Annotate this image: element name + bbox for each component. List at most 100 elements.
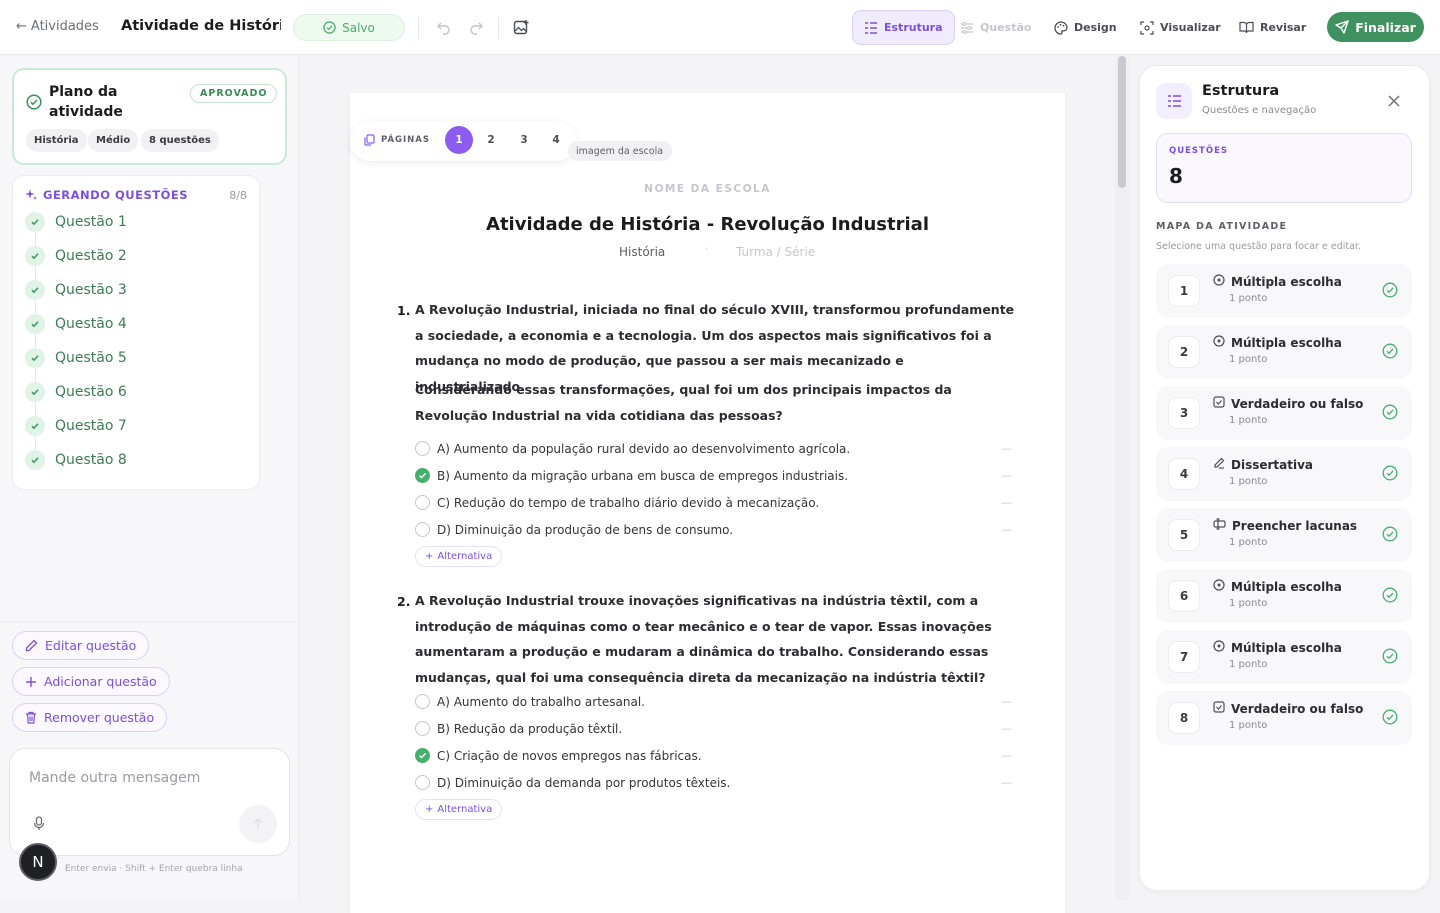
structure-panel: Estrutura Questões e navegação QUESTÕES … xyxy=(1129,56,1440,900)
option-menu-icon[interactable]: — xyxy=(1001,469,1012,482)
question-statement[interactable]: A Revolução Industrial trouxe inovações … xyxy=(415,588,1015,690)
question-number: 2. xyxy=(397,594,411,609)
radio-icon[interactable] xyxy=(415,694,430,709)
radio-icon[interactable] xyxy=(415,721,430,736)
radio-icon[interactable] xyxy=(415,495,430,510)
option-row[interactable]: B) Aumento da migração urbana em busca d… xyxy=(415,468,1015,483)
undo-icon[interactable] xyxy=(434,17,454,37)
generated-question-label: Questão 4 xyxy=(55,316,127,332)
scrollbar[interactable] xyxy=(1115,56,1129,900)
class-placeholder[interactable]: Turma / Série xyxy=(736,245,815,259)
radio-icon[interactable] xyxy=(415,441,430,456)
activity-map-item[interactable]: 1 Múltipla escolha 1 ponto xyxy=(1156,264,1412,318)
option-row[interactable]: C) Redução do tempo de trabalho diário d… xyxy=(415,495,1015,510)
question-prompt[interactable]: Considerando essas transformações, qual … xyxy=(415,377,1015,428)
generated-question-item[interactable]: Questão 3 xyxy=(25,280,127,300)
document-title[interactable]: Atividade de História - Revolução Indust… xyxy=(350,214,1065,235)
generated-question-item[interactable]: Questão 6 xyxy=(25,382,127,402)
option-row[interactable]: A) Aumento da população rural devido ao … xyxy=(415,441,1015,456)
microphone-icon[interactable] xyxy=(33,816,45,835)
generated-question-label: Questão 3 xyxy=(55,282,127,298)
image-add-icon[interactable] xyxy=(511,17,531,37)
list-tree-icon xyxy=(865,21,877,34)
page-button-1[interactable]: 1 xyxy=(445,126,473,154)
option-menu-icon[interactable]: — xyxy=(1001,695,1012,708)
correct-check-icon[interactable] xyxy=(415,748,430,763)
document-subject[interactable]: História xyxy=(619,245,665,259)
chat-input-box[interactable]: Mande outra mensagem xyxy=(9,748,290,856)
close-icon[interactable] xyxy=(1388,92,1400,111)
map-item-points: 1 ponto xyxy=(1229,720,1268,731)
activity-map-item[interactable]: 5 Preencher lacunas 1 ponto xyxy=(1156,508,1412,562)
activity-map-item[interactable]: 4 Dissertativa 1 ponto xyxy=(1156,447,1412,501)
activity-map-item[interactable]: 7 Múltipla escolha 1 ponto xyxy=(1156,630,1412,684)
chat-input[interactable]: Mande outra mensagem xyxy=(29,770,200,786)
activity-map-item[interactable]: 3 Verdadeiro ou falso 1 ponto xyxy=(1156,386,1412,440)
tab-revisar[interactable]: Revisar xyxy=(1228,10,1317,45)
eye-scan-icon xyxy=(1140,20,1154,35)
activity-plan-card[interactable]: Plano da atividade APROVADO História Méd… xyxy=(12,68,287,165)
edit-question-button[interactable]: Editar questão xyxy=(12,631,150,660)
activity-map-item[interactable]: 2 Múltipla escolha 1 ponto xyxy=(1156,325,1412,379)
add-alternative-label: Alternativa xyxy=(437,804,493,815)
option-row[interactable]: A) Aumento do trabalho artesanal. — xyxy=(415,694,1015,709)
tab-design[interactable]: Design xyxy=(1043,10,1128,45)
add-alternative-button[interactable]: + Alternativa xyxy=(415,799,503,820)
map-item-number: 8 xyxy=(1168,702,1200,734)
school-logo-placeholder[interactable]: imagem da escola xyxy=(568,141,673,161)
redo-icon[interactable] xyxy=(466,17,486,37)
question-block-1[interactable]: 1. A Revolução Industrial, iniciada no f… xyxy=(397,302,1017,567)
text-cursor-icon xyxy=(1213,518,1226,533)
send-button[interactable] xyxy=(239,805,277,843)
option-text: Diminuição da demanda por produtos têxte… xyxy=(454,775,731,790)
back-link[interactable]: ← Atividades xyxy=(16,19,99,34)
remove-question-button[interactable]: Remover questão xyxy=(12,703,168,732)
activity-map-item[interactable]: 8 Verdadeiro ou falso 1 ponto xyxy=(1156,691,1412,745)
option-menu-icon[interactable]: — xyxy=(1001,776,1012,789)
option-row[interactable]: B) Redução da produção têxtil. — xyxy=(415,721,1015,736)
scrollbar-thumb[interactable] xyxy=(1118,56,1126,188)
school-name-placeholder[interactable]: NOME DA ESCOLA xyxy=(350,183,1065,195)
user-avatar[interactable]: N xyxy=(19,843,57,881)
option-letter: B) xyxy=(437,468,450,483)
generated-question-item[interactable]: Questão 1 xyxy=(25,212,127,232)
option-menu-icon[interactable]: — xyxy=(1001,523,1012,536)
tab-estrutura[interactable]: Estrutura xyxy=(852,10,955,45)
document-page: PÁGINAS 1 2 3 4 imagem da escola NOME DA… xyxy=(350,93,1065,913)
option-row[interactable]: D) Diminuição da demanda por produtos tê… xyxy=(415,775,1015,790)
generated-question-item[interactable]: Questão 7 xyxy=(25,416,127,436)
option-row[interactable]: D) Diminuição da produção de bens de con… xyxy=(415,522,1015,537)
page-button-3[interactable]: 3 xyxy=(510,126,538,154)
option-menu-icon[interactable]: — xyxy=(1001,442,1012,455)
page-button-4[interactable]: 4 xyxy=(542,126,570,154)
generated-question-item[interactable]: Questão 2 xyxy=(25,246,127,266)
check-icon xyxy=(25,348,45,368)
radio-icon[interactable] xyxy=(415,775,430,790)
arrow-left-icon: ← xyxy=(16,19,27,34)
correct-check-icon[interactable] xyxy=(415,468,430,483)
radio-icon[interactable] xyxy=(415,522,430,537)
tab-questao[interactable]: Questão xyxy=(949,10,1042,45)
generated-question-item[interactable]: Questão 4 xyxy=(25,314,127,334)
add-alternative-button[interactable]: + Alternativa xyxy=(415,546,503,567)
pages-label: PÁGINAS xyxy=(364,134,430,146)
check-circle-icon xyxy=(26,94,42,110)
page-button-2[interactable]: 2 xyxy=(477,126,505,154)
add-question-button[interactable]: Adicionar questão xyxy=(12,667,170,696)
activity-title[interactable]: Atividade de Históri... xyxy=(121,18,281,34)
check-icon xyxy=(25,314,45,334)
finalize-label: Finalizar xyxy=(1355,19,1416,35)
generated-question-item[interactable]: Questão 8 xyxy=(25,450,127,470)
option-menu-icon[interactable]: — xyxy=(1001,749,1012,762)
map-item-type: Múltipla escolha xyxy=(1213,640,1342,655)
generated-question-item[interactable]: Questão 5 xyxy=(25,348,127,368)
question-total-card: QUESTÕES 8 xyxy=(1156,133,1412,203)
question-block-2[interactable]: 2. A Revolução Industrial trouxe inovaçõ… xyxy=(397,593,1017,824)
check-icon xyxy=(25,246,45,266)
activity-map-item[interactable]: 6 Múltipla escolha 1 ponto xyxy=(1156,569,1412,623)
finalize-button[interactable]: Finalizar xyxy=(1327,12,1424,42)
option-menu-icon[interactable]: — xyxy=(1001,496,1012,509)
option-menu-icon[interactable]: — xyxy=(1001,722,1012,735)
option-row[interactable]: C) Criação de novos empregos nas fábrica… xyxy=(415,748,1015,763)
tab-visualizar[interactable]: Visualizar xyxy=(1129,10,1232,45)
